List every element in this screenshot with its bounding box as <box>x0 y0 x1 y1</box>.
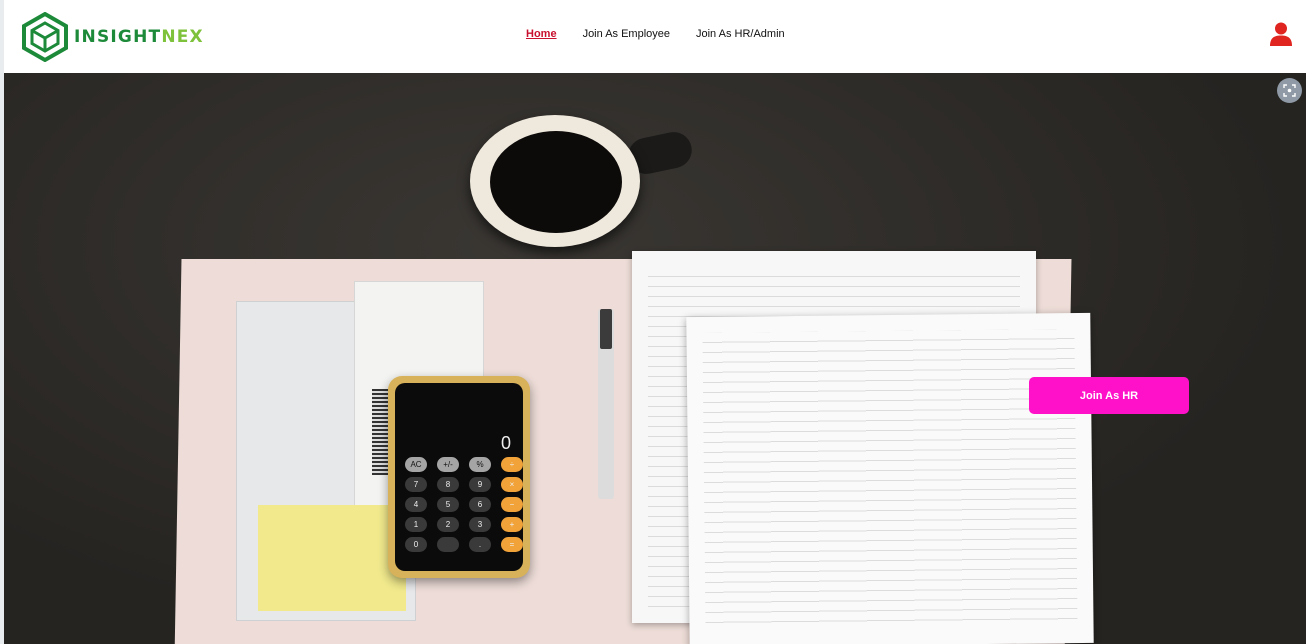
calc-key: = <box>501 537 523 552</box>
coffee <box>490 131 622 233</box>
calc-key: 5 <box>437 497 459 512</box>
sticky-note <box>258 505 406 611</box>
calc-key: − <box>501 497 523 512</box>
nav-join-as-hr-admin[interactable]: Join As HR/Admin <box>696 28 785 40</box>
schedule-d-document <box>686 312 1094 644</box>
phone-calculator: 0 AC +/- % ÷ 7 8 9 × 4 5 6 − 1 2 3 + 0 . <box>388 376 530 578</box>
calc-key: 9 <box>469 477 491 492</box>
pen <box>598 309 614 499</box>
calc-key: 6 <box>469 497 491 512</box>
calc-key: 7 <box>405 477 427 492</box>
calc-key: % <box>469 457 491 472</box>
calc-key: +/- <box>437 457 459 472</box>
user-icon[interactable] <box>1270 22 1292 46</box>
calc-key: . <box>469 537 491 552</box>
calc-key: 0 <box>405 537 427 552</box>
calc-key: 2 <box>437 517 459 532</box>
site-header: INSIGHTNEX Home Join As Employee Join As… <box>4 0 1306 73</box>
calc-key: 1 <box>405 517 427 532</box>
calculator-display: 0 <box>500 433 511 453</box>
calc-key: 3 <box>469 517 491 532</box>
nav-join-as-employee[interactable]: Join As Employee <box>583 28 670 40</box>
calculator-keys: AC +/- % ÷ 7 8 9 × 4 5 6 − 1 2 3 + 0 . = <box>405 457 523 552</box>
join-as-hr-button[interactable]: Join As HR <box>1029 377 1189 414</box>
calc-key: 4 <box>405 497 427 512</box>
hero-banner: 0 AC +/- % ÷ 7 8 9 × 4 5 6 − 1 2 3 + 0 . <box>4 73 1306 644</box>
expand-icon[interactable] <box>1277 78 1302 103</box>
calc-key: AC <box>405 457 427 472</box>
hexagon-cube-logo-icon <box>22 12 68 62</box>
logo[interactable]: INSIGHTNEX <box>22 12 204 62</box>
calc-key <box>437 537 459 552</box>
main-nav: Home Join As Employee Join As HR/Admin <box>526 28 785 40</box>
nav-home[interactable]: Home <box>526 28 557 40</box>
calc-key: + <box>501 517 523 532</box>
calc-key: × <box>501 477 523 492</box>
brand-name: INSIGHTNEX <box>74 27 204 47</box>
calc-key: 8 <box>437 477 459 492</box>
calc-key: ÷ <box>501 457 523 472</box>
